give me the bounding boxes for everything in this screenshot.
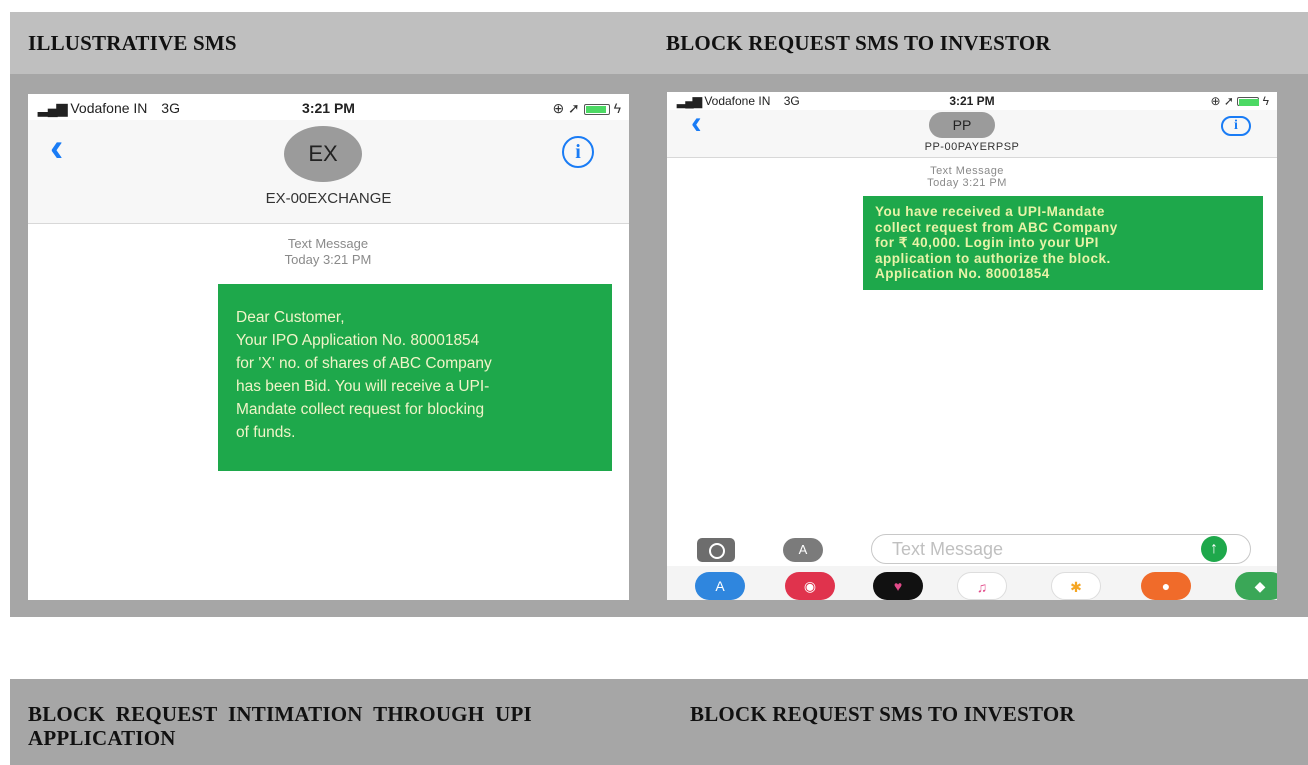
avatar[interactable]: EX [284, 126, 362, 182]
message-line: has been Bid. You will receive a UPI- [236, 378, 490, 395]
top-right-title: BLOCK REQUEST SMS TO INVESTOR [666, 31, 1051, 55]
message-line: Your IPO Application No. 80001854 [236, 332, 480, 349]
camera-icon[interactable] [697, 538, 735, 562]
message-input[interactable]: Text Message [871, 534, 1251, 564]
message-line: for 'X' no. of shares of ABC Company [236, 355, 492, 372]
message-line: Application No. 80001854 [875, 266, 1050, 281]
message-bubble: You have received a UPI-Mandate collect … [863, 196, 1263, 290]
charging-icon: ϟ [1262, 94, 1269, 108]
message-line: Mandate collect request for blocking [236, 401, 485, 418]
photos-icon[interactable]: ✱ [1051, 572, 1101, 600]
info-icon[interactable]: i [562, 136, 594, 168]
location-icon: ⊕ ➚ [1210, 94, 1234, 108]
network-type: 3G [783, 94, 800, 108]
conversation-header: ‹ PP PP-00PAYERPSP i [667, 104, 1277, 158]
meta-label: Text Message [287, 236, 369, 251]
message-line: Dear Customer, [236, 309, 345, 326]
status-time: 3:21 PM [302, 100, 355, 116]
avatar[interactable]: PP [929, 112, 995, 138]
battery-icon [583, 103, 610, 115]
message-meta: Text Message Today 3:21 PM [218, 236, 438, 269]
meta-time: Today 3:21 PM [927, 176, 1007, 189]
status-time: 3:21 PM [949, 94, 995, 108]
heart-app-icon[interactable]: ♥ [873, 572, 923, 600]
bottom-right-title: BLOCK REQUEST SMS TO INVESTOR [690, 702, 1075, 726]
top-left-title: ILLUSTRATIVE SMS [28, 31, 237, 55]
charging-icon: ϟ [613, 100, 621, 116]
message-meta: Text Message Today 3:21 PM [867, 165, 1067, 189]
app-drawer: A ◉ ♥ ♫ ✱ ● ◆ [667, 566, 1277, 600]
conversation-header: ‹ EX EX-00EXCHANGE i [28, 120, 629, 224]
status-bar: ▂▄▆ Vodafone IN 3G 3:21 PM ⊕ ➚ ϟ [28, 94, 629, 120]
status-bar: ▂▄▆ Vodafone IN 3G 3:21 PM ⊕ ➚ ϟ [667, 92, 1277, 110]
phone-screenshot-exchange: ▂▄▆ Vodafone IN 3G 3:21 PM ⊕ ➚ ϟ ‹ EX EX… [28, 94, 629, 600]
location-icon: ⊕ ➚ [552, 100, 580, 116]
network-type: 3G [161, 100, 180, 116]
carrier-name: Vodafone IN [70, 100, 148, 116]
info-icon[interactable]: i [1221, 116, 1251, 136]
contact-name[interactable]: PP-00PAYERPSP [667, 141, 1277, 153]
search-app-icon[interactable]: ◉ [785, 572, 835, 600]
message-line: for ₹ 40,000. Login into your UPI [875, 235, 1099, 250]
meta-label: Text Message [930, 165, 1004, 177]
compose-bar: A Text Message ↑ [667, 532, 1277, 566]
message-bubble: Dear Customer, Your IPO Application No. … [218, 284, 612, 471]
chevron-left-icon[interactable]: ‹ [50, 126, 63, 171]
message-line: collect request from ABC Company [875, 219, 1118, 235]
message-line: You have received a UPI-Mandate [875, 204, 1105, 219]
maps-icon[interactable]: ◆ [1235, 572, 1277, 600]
phone-screenshot-payer-psp: ▂▄▆ Vodafone IN 3G 3:21 PM ⊕ ➚ ϟ ‹ PP PP… [667, 92, 1277, 600]
contact-name[interactable]: EX-00EXCHANGE [28, 190, 629, 207]
music-icon[interactable]: ♫ [957, 572, 1007, 600]
game-app-icon[interactable]: ● [1141, 572, 1191, 600]
chevron-left-icon[interactable]: ‹ [691, 104, 702, 141]
battery-icon [1237, 97, 1260, 107]
meta-time: Today 3:21 PM [284, 252, 372, 268]
send-icon[interactable]: ↑ [1201, 536, 1227, 562]
signal-icon: ▂▄▆ [38, 100, 67, 116]
message-line: of funds. [236, 424, 296, 441]
carrier-name: Vodafone IN [704, 94, 771, 108]
app-store-icon[interactable]: A [695, 572, 745, 600]
message-line: application to authorize the block. [875, 250, 1111, 266]
bottom-left-title: BLOCK REQUEST INTIMATION THROUGH UPI APP… [28, 702, 532, 750]
app-store-icon[interactable]: A [783, 538, 823, 562]
